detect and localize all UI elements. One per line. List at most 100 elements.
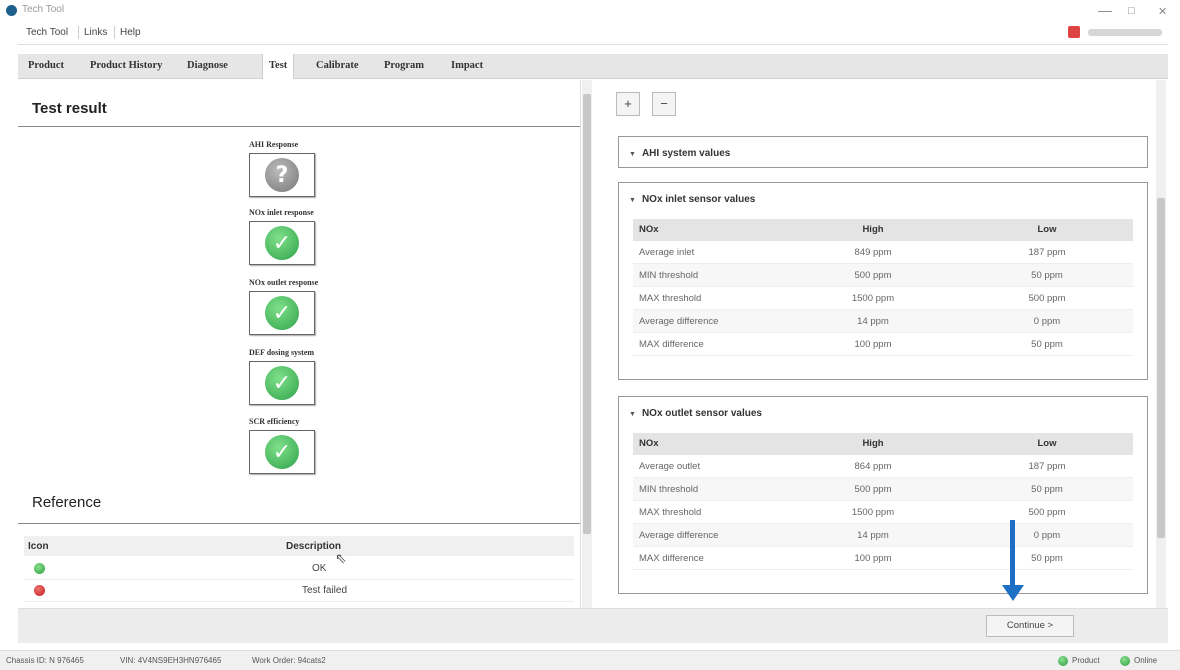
result-label: DEF dosing system <box>249 348 315 357</box>
user-name-redacted <box>1088 29 1162 36</box>
continue-button[interactable]: Continue > <box>986 615 1074 637</box>
tab-calibrate[interactable]: Calibrate <box>310 54 365 78</box>
left-scrollbar[interactable] <box>582 80 592 608</box>
section-title: NOx inlet sensor values <box>641 194 756 205</box>
check-icon: ✓ <box>265 366 299 400</box>
menu-tech-tool[interactable]: Tech Tool <box>26 27 68 38</box>
scrollbar-thumb[interactable] <box>1157 198 1165 538</box>
header-description: Description <box>286 541 342 552</box>
test-result-panel: Test result AHI Response ? NOx inlet res… <box>18 80 592 608</box>
reference-title: Reference <box>32 494 102 511</box>
result-nox-inlet: NOx inlet response ✓ <box>249 208 315 265</box>
collapse-all-button[interactable]: − <box>652 92 676 116</box>
table-row: Average difference 14 ppm 0 ppm <box>633 524 1133 547</box>
row-label: Average difference <box>639 530 719 541</box>
reference-row: Test failed <box>24 580 574 602</box>
menu-bar: Tech Tool Links Help <box>18 22 1168 45</box>
expand-all-button[interactable]: + <box>616 92 640 116</box>
result-label: AHI Response <box>249 140 299 149</box>
menu-help[interactable]: Help <box>120 27 141 38</box>
ok-icon <box>34 563 45 574</box>
main-tabs: Product Product History Diagnose Test Ca… <box>18 54 1168 79</box>
window-title: Tech Tool <box>22 4 65 15</box>
mouse-cursor-icon: ⇖ <box>335 550 347 566</box>
result-ahi-response: AHI Response ? <box>249 140 315 197</box>
divider <box>18 523 580 524</box>
check-icon: ✓ <box>265 435 299 469</box>
row-label: Average difference <box>639 316 719 327</box>
result-icon-box[interactable]: ✓ <box>249 291 315 335</box>
result-nox-outlet: NOx outlet response ✓ <box>249 278 318 335</box>
tab-test[interactable]: Test <box>262 54 295 79</box>
product-status-icon <box>1058 656 1068 666</box>
row-label: MAX threshold <box>639 507 702 518</box>
caret-icon: ▼ <box>629 197 636 204</box>
reference-description: Test failed <box>302 585 348 596</box>
table-row: MIN threshold 500 ppm 50 ppm <box>633 478 1133 501</box>
table-row: MAX threshold 1500 ppm 500 ppm <box>633 501 1133 524</box>
fail-icon <box>34 585 45 596</box>
divider <box>18 126 580 127</box>
col-nox: NOx <box>639 224 659 235</box>
reference-row: OK <box>24 558 574 580</box>
row-label: MAX difference <box>639 339 704 350</box>
nox-inlet-table: NOx High Low Average inlet 849 ppm 187 p… <box>633 219 1133 356</box>
result-icon-box[interactable]: ? <box>249 153 315 197</box>
result-label: NOx outlet response <box>249 278 319 287</box>
chassis-id: Chassis ID: N 976465 <box>6 656 84 665</box>
nox-outlet-table: NOx High Low Average outlet 864 ppm 187 … <box>633 433 1133 570</box>
result-def-dosing: DEF dosing system ✓ <box>249 348 315 405</box>
test-result-title: Test result <box>32 100 107 117</box>
right-scrollbar[interactable] <box>1156 80 1166 608</box>
header-icon: Icon <box>28 541 49 552</box>
section-header[interactable]: ▼ NOx outlet sensor values <box>629 408 762 419</box>
scrollbar-thumb[interactable] <box>583 94 591 534</box>
result-scr-efficiency: SCR efficiency ✓ <box>249 417 315 474</box>
user-icon[interactable] <box>1068 26 1080 38</box>
section-header[interactable]: ▼ NOx inlet sensor values <box>629 194 755 205</box>
reference-description: OK <box>312 563 327 574</box>
tab-program[interactable]: Program <box>378 54 430 78</box>
check-icon: ✓ <box>265 226 299 260</box>
caret-icon: ▼ <box>629 411 636 418</box>
annotation-arrow-head <box>1002 585 1024 601</box>
work-order: Work Order: 94cats2 <box>252 656 326 665</box>
tab-diagnose[interactable]: Diagnose <box>181 54 234 78</box>
question-icon: ? <box>265 158 299 192</box>
annotation-arrow <box>1010 520 1015 590</box>
close-button[interactable]: ✕ <box>1158 5 1167 18</box>
row-label: Average inlet <box>639 247 695 258</box>
section-nox-inlet: ▼ NOx inlet sensor values NOx High Low Av… <box>618 182 1148 380</box>
table-row: Average inlet 849 ppm 187 ppm <box>633 241 1133 264</box>
section-header[interactable]: ▼ AHI system values <box>629 148 730 159</box>
caret-icon: ▼ <box>629 151 636 158</box>
tab-product-history[interactable]: Product History <box>84 54 168 78</box>
title-bar: Tech Tool — □ ✕ <box>0 0 1180 22</box>
product-status: Product <box>1072 656 1100 665</box>
tab-impact[interactable]: Impact <box>445 54 489 78</box>
result-icon-box[interactable]: ✓ <box>249 361 315 405</box>
row-label: Average outlet <box>639 461 701 472</box>
action-bar: Continue > <box>18 608 1168 643</box>
table-row: MAX difference 100 ppm 50 ppm <box>633 333 1133 356</box>
tab-product[interactable]: Product <box>22 54 70 78</box>
result-icon-box[interactable]: ✓ <box>249 221 315 265</box>
check-icon: ✓ <box>265 296 299 330</box>
result-label: NOx inlet response <box>249 208 314 217</box>
result-label: SCR efficiency <box>249 417 300 426</box>
col-nox: NOx <box>639 438 659 449</box>
table-row: MIN threshold 500 ppm 50 ppm <box>633 264 1133 287</box>
table-header: NOx High Low <box>633 433 1133 455</box>
minimize-button[interactable]: — <box>1098 2 1112 18</box>
menu-links[interactable]: Links <box>84 27 107 38</box>
section-ahi-system-values[interactable]: ▼ AHI system values <box>618 136 1148 168</box>
table-header: NOx High Low <box>633 219 1133 241</box>
vin: VIN: 4V4NS9EH3HN976465 <box>120 656 222 665</box>
result-icon-box[interactable]: ✓ <box>249 430 315 474</box>
row-label: MAX threshold <box>639 293 702 304</box>
section-nox-outlet: ▼ NOx outlet sensor values NOx High Low A… <box>618 396 1148 594</box>
maximize-button[interactable]: □ <box>1128 5 1135 17</box>
row-label: MIN threshold <box>639 270 699 281</box>
table-row: MAX threshold 1500 ppm 500 ppm <box>633 287 1133 310</box>
values-panel: + − ▼ AHI system values ▼ NOx inlet sensor… <box>596 80 1168 608</box>
